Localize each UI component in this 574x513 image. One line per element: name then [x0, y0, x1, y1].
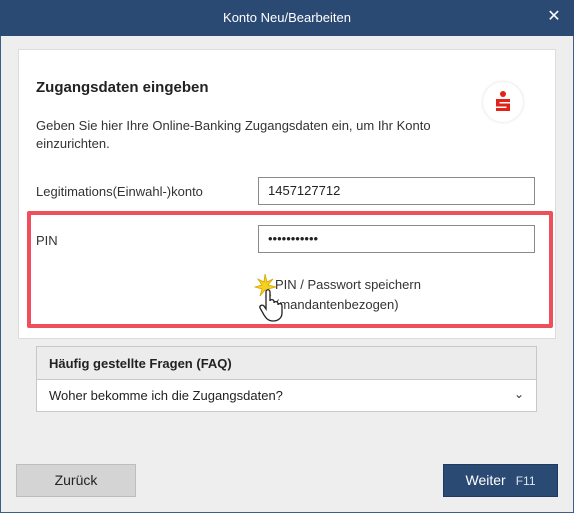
pin-label: PIN [36, 233, 58, 248]
sparkasse-logo-icon [483, 82, 523, 122]
next-button-label: Weiter [465, 472, 506, 488]
description-text: Geben Sie hier Ihre Online-Banking Zugan… [36, 118, 431, 151]
account-input[interactable]: 1457127712 [258, 177, 535, 205]
hand-cursor-icon [253, 270, 290, 327]
window-title: Konto Neu/Bearbeiten [223, 10, 351, 25]
save-pin-label-line1: PIN / Passwort speichern [275, 277, 421, 292]
faq-title: Häufig gestellte Fragen (FAQ) [37, 347, 536, 380]
shortcut-key: F11 [515, 474, 536, 488]
faq-item-label: Woher bekomme ich die Zugangsdaten? [49, 388, 283, 403]
save-pin-label-line2: (mandantenbezogen) [275, 297, 399, 312]
close-icon[interactable]: ✕ [544, 7, 564, 27]
title-bar: Konto Neu/Bearbeiten ✕ [0, 0, 574, 36]
chevron-down-icon: ⌄ [513, 387, 524, 401]
faq-item[interactable]: Woher bekomme ich die Zugangsdaten? ⌄ [37, 380, 536, 411]
save-pin-checkbox[interactable]: PIN / Passwort speichern (mandantenbezog… [275, 275, 421, 315]
next-button[interactable]: Weiter F11 [443, 464, 558, 497]
faq-panel: Häufig gestellte Fragen (FAQ) Woher beko… [36, 346, 537, 412]
section-heading: Zugangsdaten eingeben [36, 79, 209, 96]
back-button[interactable]: Zurück [16, 464, 136, 497]
back-button-label: Zurück [54, 472, 98, 488]
account-label: Legitimations(Einwahl-)konto [36, 184, 203, 199]
pin-input[interactable]: ••••••••••• [258, 225, 535, 253]
